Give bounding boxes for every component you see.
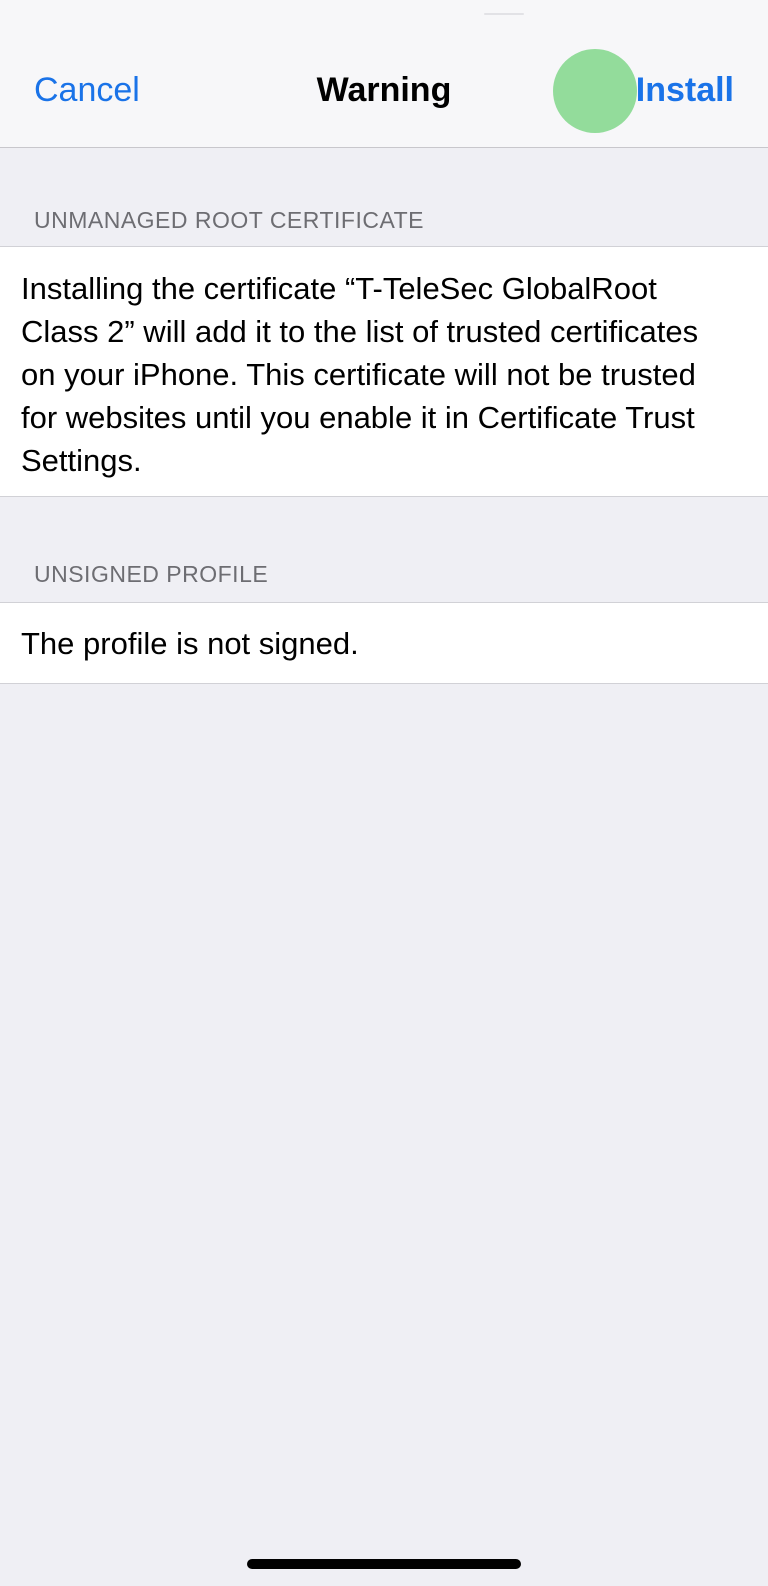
- touch-indicator: [553, 49, 637, 133]
- unsigned-profile-cell: The profile is not signed.: [0, 602, 768, 684]
- install-button[interactable]: Install: [636, 68, 734, 112]
- certificate-warning-text: Installing the certificate “T-TeleSec Gl…: [21, 271, 699, 478]
- cancel-button[interactable]: Cancel: [34, 68, 140, 112]
- navigation-bar: Cancel Warning Install: [0, 0, 768, 148]
- sheet-grabber: [484, 13, 524, 15]
- certificate-warning-cell: Installing the certificate “T-TeleSec Gl…: [0, 246, 768, 497]
- home-indicator[interactable]: [247, 1559, 521, 1569]
- unsigned-profile-text: The profile is not signed.: [21, 626, 359, 661]
- section-header-unsigned-profile: UNSIGNED PROFILE: [34, 561, 269, 587]
- section-header-unmanaged-root-certificate: UNMANAGED ROOT CERTIFICATE: [34, 207, 424, 233]
